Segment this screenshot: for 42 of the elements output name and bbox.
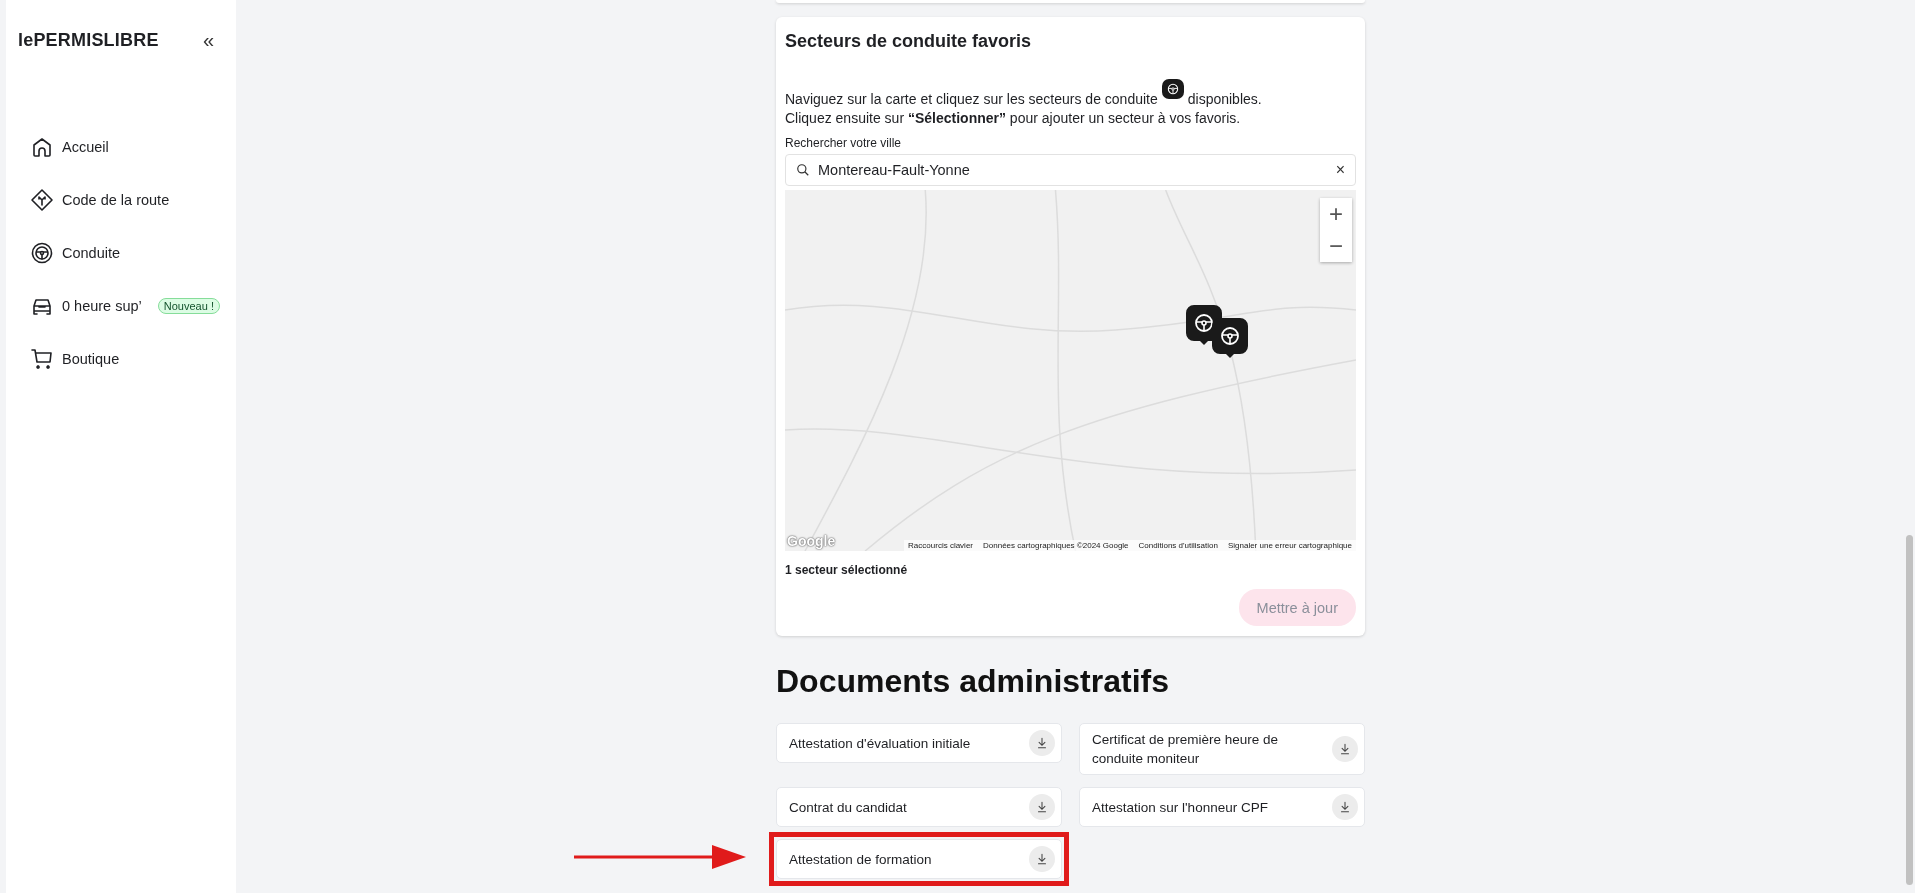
field-label: Rechercher votre ville: [785, 136, 903, 150]
shopping-cart-icon: [30, 346, 54, 371]
nav-item[interactable]: Code de la route: [30, 186, 236, 213]
section-heading: Documents administratifs: [776, 662, 1170, 700]
nav-item[interactable]: 0 heure sup’ Nouveau !: [30, 292, 236, 319]
scrollbar[interactable]: [1906, 535, 1913, 885]
new-badge: Nouveau !: [157, 297, 220, 314]
document-download-item[interactable]: Certificat de première heure de conduite moniteur: [1079, 723, 1365, 775]
map-attribution-link[interactable]: Conditions d'utilisation: [1138, 541, 1218, 550]
download-icon[interactable]: [1029, 730, 1055, 756]
instruction-text: disponibles.: [1187, 90, 1262, 109]
download-icon[interactable]: [1332, 736, 1358, 762]
steering-wheel-icon: [30, 240, 54, 265]
document-download-item[interactable]: Attestation d'évaluation initiale: [776, 723, 1062, 763]
map-attribution-link[interactable]: Signaler une erreur cartographique: [1227, 541, 1352, 550]
clear-button[interactable]: ×: [1335, 161, 1345, 179]
map-logo: Google: [787, 533, 836, 549]
selection-count: 1 secteur sélectionné: [785, 563, 909, 577]
search-icon: [796, 163, 810, 177]
zoom-in-button[interactable]: +: [1320, 198, 1352, 230]
nav-item[interactable]: Conduite: [30, 239, 236, 266]
road-sign-icon: [30, 187, 54, 212]
zoom-out-button[interactable]: −: [1320, 230, 1352, 262]
map-marker-icon[interactable]: [1212, 318, 1248, 358]
document-download-item[interactable]: Contrat du candidat: [776, 787, 1062, 827]
instruction-text: Naviguez sur la carte et cliquez sur les secteurs de conduite: [785, 90, 1158, 109]
search-field[interactable]: Montereau-Fault-Yonne ×: [785, 154, 1356, 186]
download-icon[interactable]: [1332, 794, 1358, 820]
document-download-item[interactable]: Attestation de formation: [776, 839, 1062, 879]
instruction-text: Cliquez ensuite sur “Sélectionner” pour ajouter un secteur à vos favoris.: [785, 109, 1242, 128]
map-attribution-link[interactable]: Raccourcis clavier: [908, 541, 973, 550]
download-icon[interactable]: [1029, 846, 1055, 872]
document-download-item[interactable]: Attestation sur l'honneur CPF: [1079, 787, 1365, 827]
card-title: Secteurs de conduite favoris: [785, 30, 1033, 53]
download-icon[interactable]: [1029, 794, 1055, 820]
app-logo: lePERMISLIBRE: [18, 29, 159, 51]
map-marker-icon: [1161, 79, 1184, 99]
collapse-sidebar-button[interactable]: «: [198, 28, 218, 52]
map-attribution-link[interactable]: Données cartographiques ©2024 Google: [983, 541, 1129, 550]
nav-item[interactable]: Accueil: [30, 133, 236, 160]
map-placeholder[interactable]: + − Google Raccourcis clavier Données cartographiques ©2024 Google Conditions d'utilisation Signaler une erreur cartographique: [785, 190, 1356, 551]
nav-item[interactable]: Boutique: [30, 345, 236, 372]
